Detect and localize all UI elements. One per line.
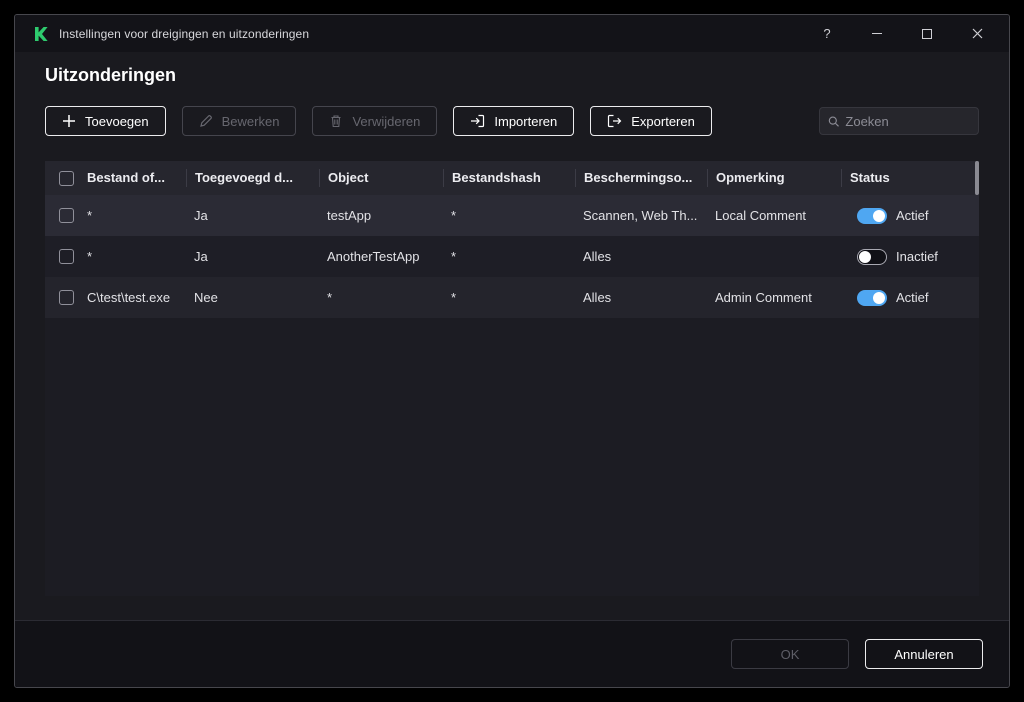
search-icon (828, 116, 839, 127)
cell-protection: Alles (583, 249, 612, 264)
add-button-label: Toevoegen (85, 113, 149, 129)
header-checkbox-cell (45, 170, 79, 186)
table-scrollbar[interactable] (974, 161, 979, 596)
cell-status: Actief (841, 207, 979, 224)
table-row[interactable]: * Ja testApp * Scannen, Web Th... Local … (45, 195, 979, 236)
cell-object: AnotherTestApp (327, 249, 420, 264)
trash-icon (331, 115, 341, 128)
import-button-label: Importeren (494, 113, 558, 129)
cell-protection: Scannen, Web Th... (583, 208, 698, 223)
row-checkbox[interactable] (59, 290, 74, 305)
cell-comment: Local Comment (715, 208, 807, 223)
scrollbar-thumb[interactable] (975, 161, 979, 195)
titlebar: Instellingen voor dreigingen en uitzonde… (15, 15, 1009, 52)
close-icon (972, 28, 982, 39)
cell-added: Nee (194, 290, 218, 305)
toggle-knob (873, 209, 885, 222)
row-checkbox-cell (45, 208, 79, 223)
toggle-knob (859, 250, 871, 263)
column-header-protection[interactable]: Beschermingso... (575, 169, 707, 187)
cell-status: Inactief (841, 248, 979, 265)
row-checkbox-cell (45, 249, 79, 264)
search-input[interactable] (845, 113, 970, 129)
cell-file: * (87, 249, 93, 264)
row-checkbox[interactable] (59, 249, 74, 264)
close-button[interactable] (957, 20, 997, 48)
status-label: Inactief (896, 249, 938, 264)
cell-file: C\test\test.exe (87, 290, 171, 305)
cell-object: * (327, 290, 333, 305)
content-area: Uitzonderingen Toevoegen Bewerken Verwij… (15, 52, 1009, 620)
select-all-checkbox[interactable] (59, 170, 74, 186)
import-icon (471, 114, 485, 128)
cell-comment: Admin Comment (715, 290, 812, 305)
settings-window: Instellingen voor dreigingen en uitzonde… (14, 14, 1010, 688)
kaspersky-logo-icon (33, 26, 49, 42)
help-button[interactable]: ? (807, 20, 847, 48)
status-toggle[interactable] (857, 207, 887, 224)
cell-hash: * (451, 208, 457, 223)
cell-status: Actief (841, 289, 979, 306)
toolbar: Toevoegen Bewerken Verwijderen Importere… (45, 106, 979, 136)
import-button[interactable]: Importeren (453, 106, 575, 136)
cell-hash: * (451, 290, 457, 305)
window-title: Instellingen voor dreigingen en uitzonde… (59, 26, 310, 41)
plus-icon (63, 115, 75, 127)
add-button[interactable]: Toevoegen (45, 106, 166, 136)
table-row[interactable]: C\test\test.exe Nee * * Alles Admin Comm… (45, 277, 979, 318)
cell-added: Ja (194, 249, 208, 264)
export-button[interactable]: Exporteren (590, 106, 712, 136)
pencil-icon (199, 115, 212, 127)
column-header-file[interactable]: Bestand of... (79, 169, 186, 187)
table-row[interactable]: * Ja AnotherTestApp * Alles Inactief (45, 236, 979, 277)
row-checkbox[interactable] (59, 208, 74, 223)
row-checkbox-cell (45, 290, 79, 305)
edit-button-label: Bewerken (221, 113, 280, 129)
minimize-button[interactable] (857, 20, 897, 48)
cell-added: Ja (194, 208, 208, 223)
table-header-row: Bestand of... Toegevoegd d... Object Bes… (45, 161, 979, 195)
cell-protection: Alles (583, 290, 612, 305)
status-label: Actief (896, 208, 929, 223)
cell-file: * (87, 208, 93, 223)
status-toggle[interactable] (857, 289, 887, 306)
delete-button[interactable]: Verwijderen (312, 106, 438, 136)
status-label: Actief (896, 290, 929, 305)
edit-button[interactable]: Bewerken (181, 106, 297, 136)
footer: OK Annuleren (15, 620, 1009, 687)
cancel-button[interactable]: Annuleren (865, 639, 983, 669)
maximize-button[interactable] (907, 20, 947, 48)
cell-hash: * (451, 249, 457, 264)
maximize-icon (922, 28, 932, 39)
column-header-added[interactable]: Toegevoegd d... (186, 169, 319, 187)
cell-object: testApp (327, 208, 372, 223)
ok-button[interactable]: OK (731, 639, 849, 669)
minimize-icon (872, 33, 882, 34)
status-toggle[interactable] (857, 248, 887, 265)
column-header-status[interactable]: Status (841, 169, 979, 187)
screen: Instellingen voor dreigingen en uitzonde… (0, 0, 1024, 702)
page-title: Uitzonderingen (45, 65, 176, 85)
exclusions-table: Bestand of... Toegevoegd d... Object Bes… (45, 161, 979, 596)
export-button-label: Exporteren (631, 113, 695, 129)
delete-button-label: Verwijderen (352, 113, 421, 129)
export-icon (608, 114, 622, 128)
search-box (819, 107, 979, 135)
column-header-comment[interactable]: Opmerking (707, 169, 841, 187)
toggle-knob (873, 291, 885, 304)
column-header-hash[interactable]: Bestandshash (443, 169, 575, 187)
column-header-object[interactable]: Object (319, 169, 443, 187)
